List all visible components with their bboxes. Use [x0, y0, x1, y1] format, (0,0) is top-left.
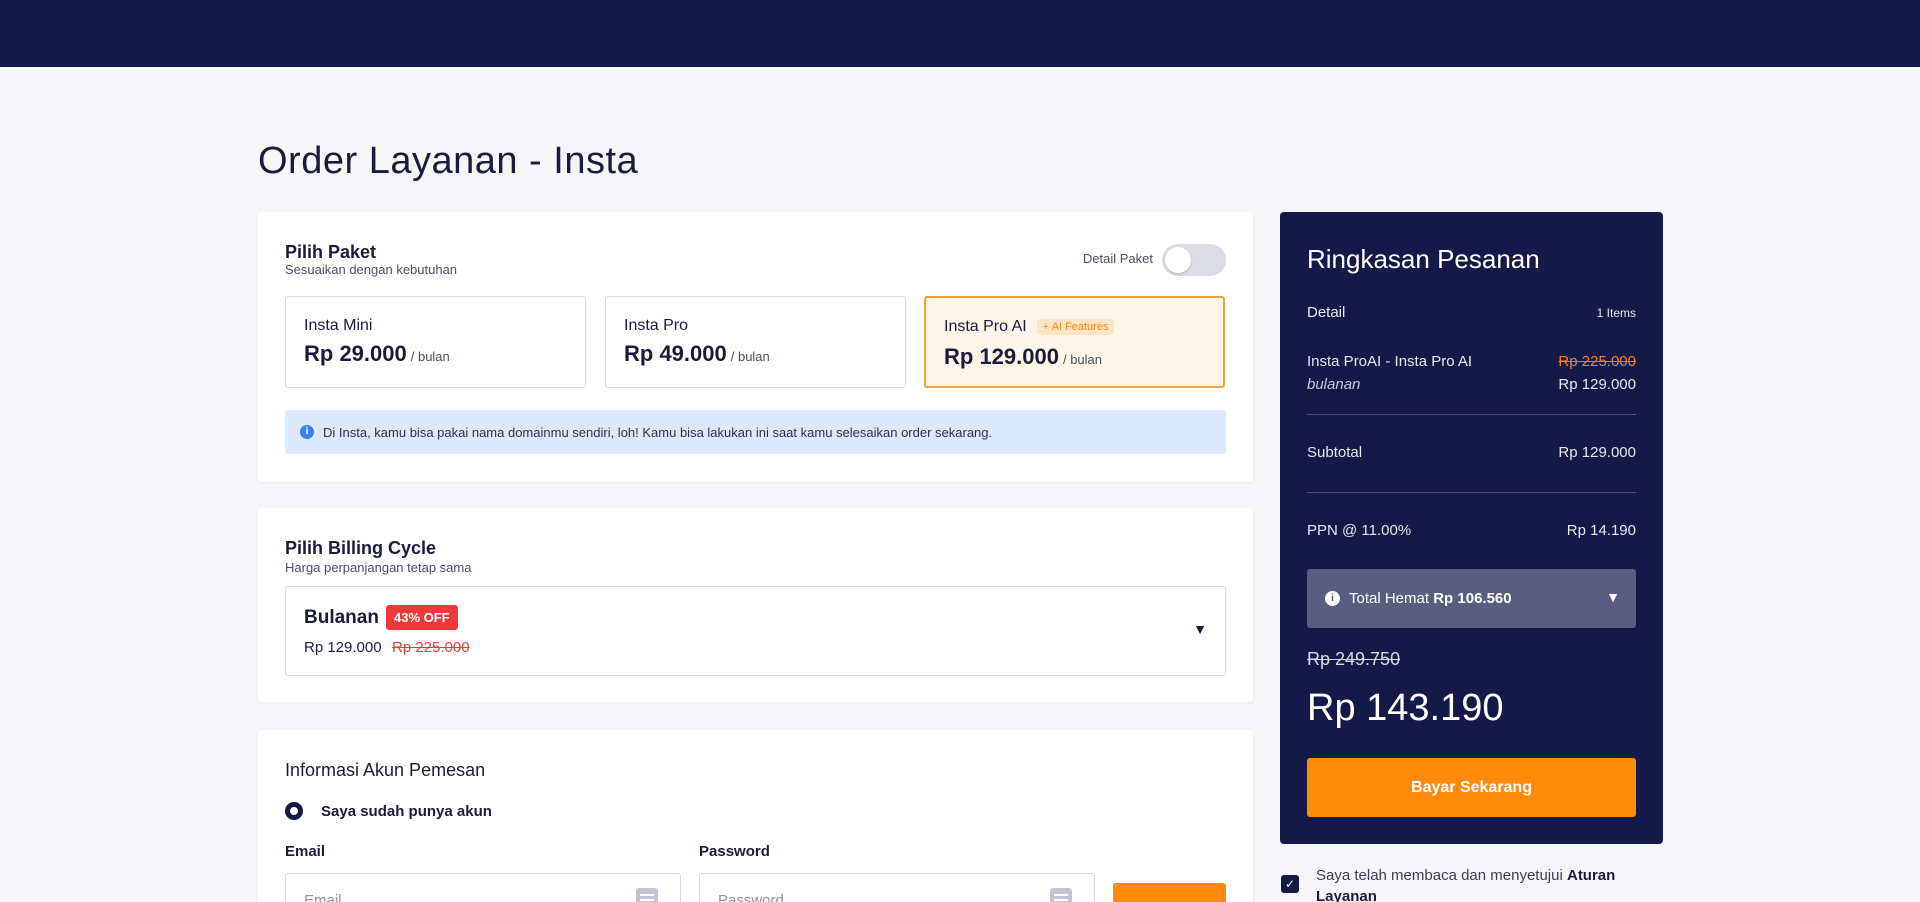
old-total-price: Rp 249.750 — [1307, 649, 1401, 669]
plan-price: Rp 29.000/ bulan — [304, 341, 450, 366]
ai-features-badge: + AI Features — [1036, 318, 1115, 335]
account-info-card: Informasi Akun Pemesan Saya sudah punya … — [258, 730, 1253, 902]
plan-name: Insta Pro AI + AI Features — [944, 318, 1115, 336]
password-label: Password — [699, 843, 770, 860]
billing-old-price: Rp 225.000 — [392, 639, 470, 656]
savings-text: Total Hemat Rp 106.560 — [1349, 590, 1512, 607]
billing-card: Pilih Billing Cycle Harga perpanjangan t… — [258, 508, 1253, 702]
package-card: Pilih Paket Sesuaikan dengan kebutuhan D… — [258, 212, 1253, 482]
ppn-value: Rp 14.190 — [1566, 522, 1636, 539]
info-text: Di Insta, kamu bisa pakai nama domainmu … — [323, 425, 993, 440]
info-icon: i — [300, 425, 314, 439]
billing-price: Rp 129.000 — [304, 639, 382, 656]
summary-item-period-row: bulanan Rp 129.000 — [1307, 376, 1636, 393]
info-icon: i — [1325, 591, 1340, 606]
billing-cycle-name: Bulanan — [304, 607, 379, 628]
subtotal-label: Subtotal — [1307, 444, 1363, 461]
toggle-knob — [1165, 247, 1191, 273]
subtotal-row: Subtotal Rp 129.000 — [1307, 444, 1636, 461]
login-button[interactable] — [1113, 883, 1226, 902]
items-count: 1 Items — [1596, 306, 1636, 320]
page-title: Order Layanan - Insta — [258, 140, 639, 182]
billing-section-subtitle: Harga perpanjangan tetap sama — [285, 560, 472, 575]
detail-paket-toggle[interactable] — [1162, 244, 1226, 276]
subtotal-value: Rp 129.000 — [1558, 444, 1636, 461]
chevron-down-icon: ▼ — [1193, 621, 1207, 637]
email-label: Email — [285, 843, 326, 860]
plan-option-insta-pro[interactable]: Insta Pro Rp 49.000/ bulan — [605, 296, 906, 388]
discount-badge: 43% OFF — [386, 605, 458, 630]
email-field-wrapper — [285, 873, 681, 902]
ppn-label: PPN @ 11.00% — [1307, 522, 1412, 539]
account-section-title: Informasi Akun Pemesan — [285, 760, 486, 780]
ppn-row: PPN @ 11.00% Rp 14.190 — [1307, 522, 1636, 539]
existing-account-radio[interactable] — [285, 802, 303, 820]
summary-title: Ringkasan Pesanan — [1307, 244, 1540, 274]
summary-item-row: Insta ProAI - Insta Pro AI Rp 225.000 — [1307, 353, 1636, 370]
package-section-subtitle: Sesuaikan dengan kebutuhan — [285, 262, 458, 277]
total-price: Rp 143.190 — [1307, 687, 1504, 729]
autofill-card-icon[interactable] — [1050, 888, 1072, 902]
item-old-price: Rp 225.000 — [1558, 353, 1636, 370]
billing-section-title: Pilih Billing Cycle — [285, 538, 437, 558]
total-savings-dropdown[interactable]: i Total Hemat Rp 106.560 ▼ — [1307, 569, 1636, 628]
email-field[interactable] — [304, 892, 604, 902]
package-section-title: Pilih Paket — [285, 242, 377, 262]
password-field[interactable] — [718, 892, 1018, 902]
item-price: Rp 129.000 — [1558, 376, 1636, 393]
agree-terms-checkbox[interactable]: ✓ — [1281, 875, 1299, 893]
pay-now-button[interactable]: Bayar Sekarang — [1307, 758, 1636, 817]
plan-name: Insta Mini — [304, 317, 373, 334]
password-field-wrapper — [699, 873, 1095, 902]
plan-option-insta-mini[interactable]: Insta Mini Rp 29.000/ bulan — [285, 296, 586, 388]
detail-label: Detail — [1307, 304, 1346, 321]
item-name: Insta ProAI - Insta Pro AI — [1307, 353, 1473, 370]
divider — [1307, 414, 1636, 415]
item-period: bulanan — [1307, 376, 1361, 393]
top-navbar — [0, 0, 1920, 67]
billing-cycle-select[interactable]: Bulanan 43% OFF Rp 129.000 Rp 225.000 ▼ — [285, 586, 1226, 676]
caret-down-icon: ▼ — [1606, 589, 1620, 605]
autofill-card-icon[interactable] — [636, 888, 658, 902]
existing-account-label: Saya sudah punya akun — [321, 803, 492, 820]
divider — [1307, 492, 1636, 493]
domain-info-banner: i Di Insta, kamu bisa pakai nama domainm… — [285, 410, 1226, 454]
plan-option-insta-pro-ai[interactable]: Insta Pro AI + AI Features Rp 129.000/ bu… — [924, 296, 1225, 388]
order-summary-panel: Ringkasan Pesanan Detail 1 Items Insta P… — [1280, 212, 1663, 844]
plan-name: Insta Pro — [624, 317, 689, 334]
plan-price: Rp 49.000/ bulan — [624, 341, 770, 366]
detail-toggle-label: Detail Paket — [1082, 251, 1153, 266]
summary-detail-row: Detail 1 Items — [1307, 304, 1636, 321]
agree-terms-text: Saya telah membaca dan menyetujui Aturan… — [1316, 865, 1656, 902]
plan-price: Rp 129.000/ bulan — [944, 344, 1103, 369]
